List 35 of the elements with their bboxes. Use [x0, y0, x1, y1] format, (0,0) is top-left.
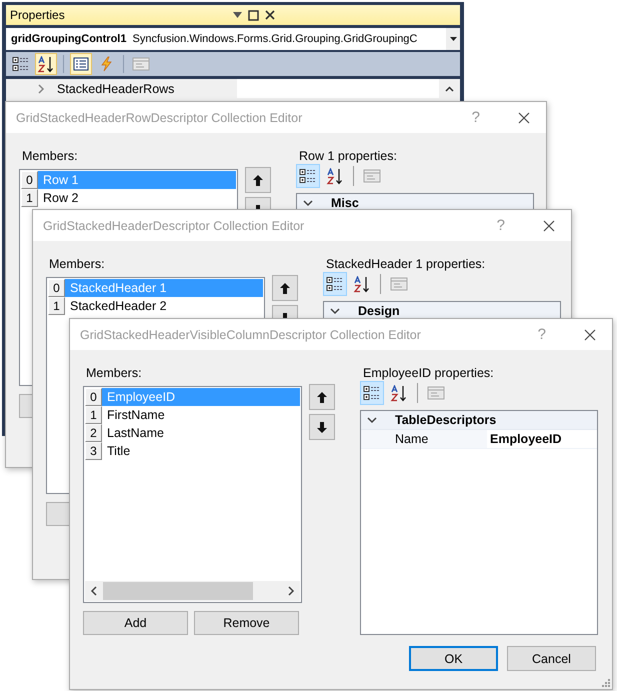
- properties-label: Row 1 properties:: [298, 149, 398, 165]
- panel-title: Properties: [10, 8, 66, 22]
- dialog-title: GridStackedHeaderVisibleColumnDescriptor Collection Editor: [80, 328, 422, 342]
- member-item[interactable]: Row 2: [38, 189, 236, 207]
- property-name: Name: [361, 430, 487, 448]
- members-label: Members:: [21, 149, 79, 165]
- category-name: TableDescriptors: [394, 413, 496, 427]
- index-cell: 1: [48, 297, 65, 315]
- member-item[interactable]: LastName: [102, 424, 300, 442]
- members-label: Members:: [48, 257, 106, 273]
- index-cell: 3: [85, 442, 102, 460]
- dialog-button[interactable]: OK: [409, 646, 498, 671]
- members-list[interactable]: 0 EmployeeID 1 FirstName 2 LastName 3 Title: [83, 386, 302, 603]
- object-selector[interactable]: gridGroupingControl1 Syncfusion.Windows.Forms.Grid.Grouping.GridGroupingC: [6, 28, 460, 50]
- members-label: Members:: [85, 366, 143, 382]
- dialog-button[interactable]: Cancel: [507, 646, 596, 671]
- member-item[interactable]: Title: [102, 442, 300, 460]
- category-name: Misc: [330, 196, 359, 210]
- index-cell: 2: [85, 424, 102, 442]
- properties-label: EmployeeID properties:: [362, 366, 495, 382]
- category-name: Design: [357, 304, 400, 318]
- properties-label: StackedHeader 1 properties:: [325, 257, 486, 273]
- member-item[interactable]: StackedHeader 2: [65, 297, 263, 315]
- list-action-button[interactable]: Remove: [194, 611, 299, 635]
- index-cell: 0: [48, 279, 65, 297]
- property-value-field[interactable]: EmployeeID: [487, 430, 597, 448]
- index-cell: 1: [85, 406, 102, 424]
- dialog-title: GridStackedHeaderDescriptor Collection Editor: [43, 218, 306, 232]
- member-item[interactable]: FirstName: [102, 406, 300, 424]
- index-cell: 0: [85, 388, 102, 406]
- dialog-title: GridStackedHeaderRowDescriptor Collection Editor: [16, 110, 304, 124]
- index-cell: 0: [21, 171, 38, 189]
- index-cell: 1: [21, 189, 38, 207]
- property-grid[interactable]: TableDescriptors Name EmployeeID: [360, 410, 598, 635]
- list-action-button[interactable]: Add: [83, 611, 188, 635]
